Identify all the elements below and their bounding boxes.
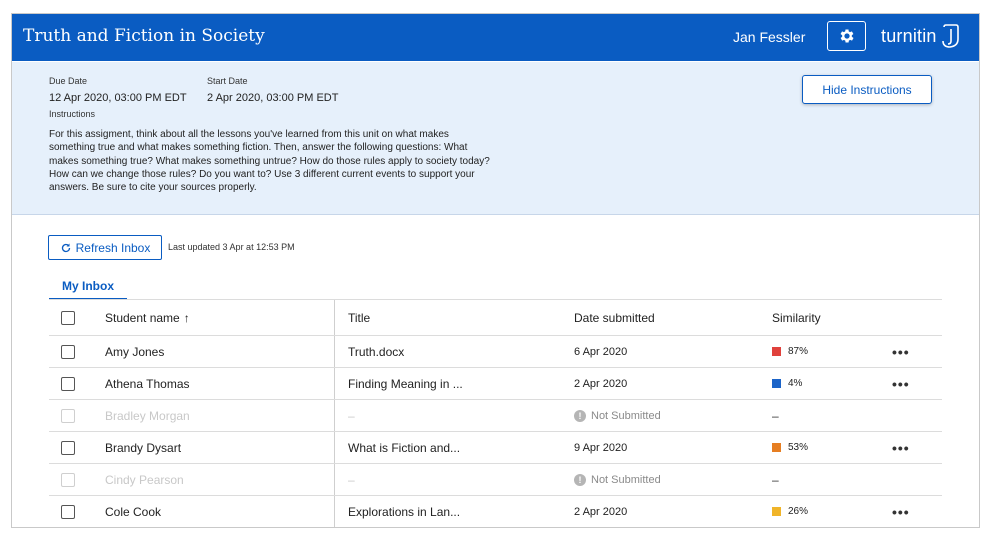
user-name[interactable]: Jan Fessler (733, 29, 805, 45)
more-dots-icon: ••• (892, 439, 910, 456)
more-dots-icon: ••• (892, 503, 910, 520)
more-options-button[interactable]: ••• (892, 432, 912, 463)
submission-title[interactable]: Explorations in Lan... (348, 496, 558, 527)
date-submitted: 9 Apr 2020 (574, 441, 628, 454)
gear-icon (840, 29, 854, 43)
warning-icon: ! (574, 409, 586, 422)
student-name: Cole Cook (105, 504, 162, 519)
column-header-student[interactable]: Student name ↑ (105, 300, 325, 335)
row-checkbox[interactable] (61, 440, 75, 455)
instructions-panel: Due Date 12 Apr 2020, 03:00 PM EDT Start… (12, 62, 979, 215)
submission-title[interactable]: Truth.docx (348, 336, 558, 367)
student-name: Bradley Morgan (105, 408, 190, 423)
row-checkbox (61, 408, 75, 423)
similarity-swatch (772, 507, 781, 516)
top-bar: Truth and Fiction in Society Jan Fessler… (12, 14, 979, 61)
refresh-inbox-button[interactable]: Refresh Inbox (48, 235, 162, 260)
submission-title[interactable]: What is Fiction and... (348, 432, 558, 463)
refresh-icon (61, 243, 70, 252)
similarity-score[interactable]: 53% (772, 432, 872, 463)
row-checkbox[interactable] (61, 344, 75, 359)
student-name: Athena Thomas (105, 376, 190, 391)
logo-text: turnitin (881, 25, 937, 46)
table-row[interactable]: Amy Jones Truth.docx 6 Apr 2020 87% ••• (49, 336, 942, 368)
date-submitted: 2 Apr 2020 (574, 377, 628, 390)
select-all-checkbox[interactable] (61, 310, 75, 325)
similarity-score[interactable]: 4% (772, 368, 872, 399)
column-divider (334, 300, 335, 335)
similarity-value: 4% (788, 378, 803, 389)
start-date-label: Start Date (207, 76, 248, 86)
due-date-label: Due Date (49, 76, 88, 86)
similarity-value: 53% (788, 442, 809, 453)
table-row[interactable]: Athena Thomas Finding Meaning in ... 2 A… (49, 368, 942, 400)
table-row: Cindy Pearson – ! Not Submitted – (49, 464, 942, 496)
submissions-table: Student name ↑ Title Date submitted Simi… (49, 299, 942, 527)
more-dots-icon: ••• (892, 375, 910, 392)
instructions-label: Instructions (49, 109, 96, 119)
column-divider (334, 464, 335, 495)
more-options-button[interactable]: ••• (892, 496, 912, 527)
column-divider (334, 432, 335, 463)
submission-title: – (348, 472, 355, 487)
submission-title[interactable]: Finding Meaning in ... (348, 368, 558, 399)
date-submitted: 2 Apr 2020 (574, 505, 628, 518)
more-options-button[interactable]: ••• (892, 336, 912, 367)
similarity-score[interactable]: 87% (772, 336, 872, 367)
row-checkbox[interactable] (61, 376, 75, 391)
similarity-value: – (772, 408, 779, 423)
student-name: Brandy Dysart (105, 440, 182, 455)
start-date-value: 2 Apr 2020, 03:00 PM EDT (207, 92, 339, 104)
row-checkbox (61, 472, 75, 487)
similarity-value: 87% (788, 346, 809, 357)
submission-title: – (348, 408, 355, 423)
page-title: Truth and Fiction in Society (23, 26, 265, 46)
warning-icon: ! (574, 473, 586, 486)
column-divider (334, 400, 335, 431)
last-updated-text: Last updated 3 Apr at 12:53 PM (168, 242, 295, 252)
similarity-value: 26% (788, 506, 809, 517)
row-checkbox[interactable] (61, 504, 75, 519)
not-submitted-label: Not Submitted (591, 473, 661, 486)
refresh-inbox-label: Refresh Inbox (75, 240, 151, 255)
more-dots-icon: ••• (892, 343, 910, 360)
column-header-date: Date submitted (574, 310, 655, 325)
hide-instructions-button[interactable]: Hide Instructions (802, 75, 932, 104)
similarity-swatch (772, 379, 781, 388)
table-header-row: Student name ↑ Title Date submitted Simi… (49, 299, 942, 336)
column-divider (334, 336, 335, 367)
similarity-value: – (772, 472, 779, 487)
student-name: Cindy Pearson (105, 472, 184, 487)
settings-button[interactable] (827, 21, 866, 51)
turnitin-logo: turnitin (881, 23, 962, 49)
due-date-value: 12 Apr 2020, 03:00 PM EDT (49, 92, 187, 104)
not-submitted-label: Not Submitted (591, 409, 661, 422)
student-name-header-label: Student name (105, 310, 180, 325)
date-submitted: ! Not Submitted (574, 400, 744, 431)
date-submitted: ! Not Submitted (574, 464, 744, 495)
column-divider (334, 368, 335, 399)
sort-arrow-icon: ↑ (183, 310, 190, 325)
table-row[interactable]: Brandy Dysart What is Fiction and... 9 A… (49, 432, 942, 464)
column-header-similarity: Similarity (772, 310, 821, 325)
assignment-inbox-window: Truth and Fiction in Society Jan Fessler… (11, 13, 980, 528)
table-row: Bradley Morgan – ! Not Submitted – (49, 400, 942, 432)
similarity-score: – (772, 400, 872, 431)
similarity-score: – (772, 464, 872, 495)
instructions-text: For this assigment, think about all the … (49, 129, 490, 194)
similarity-score[interactable]: 26% (772, 496, 872, 527)
similarity-swatch (772, 443, 781, 452)
date-submitted: 6 Apr 2020 (574, 345, 628, 358)
similarity-swatch (772, 347, 781, 356)
column-divider (334, 496, 335, 527)
student-name: Amy Jones (105, 344, 165, 359)
more-options-button[interactable]: ••• (892, 368, 912, 399)
column-header-title: Title (348, 310, 371, 325)
tab-my-inbox[interactable]: My Inbox (49, 279, 127, 300)
table-row[interactable]: Cole Cook Explorations in Lan... 2 Apr 2… (49, 496, 942, 527)
turnitin-mark-icon (941, 24, 959, 48)
